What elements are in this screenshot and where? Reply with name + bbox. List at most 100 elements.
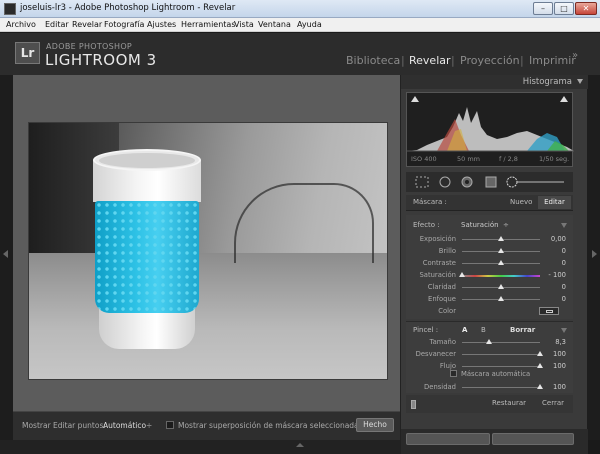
menu-bar: Archivo Editar Revelar Fotografía Ajuste…: [0, 18, 600, 32]
filmstrip-toggle[interactable]: [0, 440, 400, 454]
automask-checkbox[interactable]: [450, 370, 457, 377]
menu-revelar[interactable]: Revelar: [72, 20, 102, 29]
hist-aperture: f / 2,8: [499, 155, 518, 163]
red-eye-icon[interactable]: [460, 176, 474, 188]
effect-contraste-value[interactable]: 0: [538, 259, 566, 267]
effect-claridad-value[interactable]: 0: [538, 283, 566, 291]
effect-contraste-label: Contraste: [422, 259, 456, 267]
brush-b-button[interactable]: B: [481, 326, 486, 334]
shadow-clipping-icon[interactable]: [411, 96, 419, 102]
menu-archivo[interactable]: Archivo: [6, 20, 36, 29]
brush-tamano-track[interactable]: [462, 342, 540, 343]
brush-desvanecer-label: Desvanecer: [415, 350, 456, 358]
arrow-up-icon: [296, 443, 304, 447]
edit-toolbar: Mostrar Editar puntos: Automático ÷ Most…: [13, 411, 400, 440]
menu-ventana[interactable]: Ventana: [258, 20, 291, 29]
adjustment-brush-icon[interactable]: [506, 176, 566, 188]
spot-removal-icon[interactable]: [438, 176, 452, 188]
panel-menu-icon[interactable]: [561, 328, 567, 333]
reset-all-button[interactable]: [492, 433, 574, 445]
left-panel-toggle[interactable]: [0, 75, 13, 440]
effect-exposicion-value[interactable]: 0,00: [538, 235, 566, 243]
select-arrows-icon[interactable]: ÷: [146, 421, 152, 430]
show-points-label: Mostrar Editar puntos:: [22, 421, 106, 430]
module-separator: |: [401, 54, 405, 67]
density-value[interactable]: 100: [538, 383, 566, 391]
effect-brillo-knob[interactable]: [498, 248, 504, 253]
crop-icon[interactable]: [415, 176, 429, 188]
menu-fotografia[interactable]: Fotografía: [104, 20, 144, 29]
brush-desvanecer-value[interactable]: 100: [538, 350, 566, 358]
highlight-clipping-icon[interactable]: [560, 96, 568, 102]
menu-ayuda[interactable]: Ayuda: [297, 20, 322, 29]
done-button[interactable]: Hecho: [356, 418, 394, 432]
menu-vista[interactable]: Vista: [234, 20, 254, 29]
module-header: Lr ADOBE PHOTOSHOP LIGHTROOM 3 Bibliotec…: [0, 33, 600, 75]
mask-label: Máscara :: [413, 198, 447, 206]
image-viewer[interactable]: [13, 75, 400, 411]
module-develop[interactable]: Revelar: [409, 54, 451, 67]
histogram: ISO 400 50 mm f / 2,8 1/50 seg.: [406, 92, 574, 167]
tool-strip: [406, 172, 573, 192]
effect-exposicion-label: Exposición: [419, 235, 456, 243]
effect-exposicion-knob[interactable]: [498, 236, 504, 241]
brand-top: ADOBE PHOTOSHOP: [46, 42, 133, 51]
effect-saturacion-label: Saturación: [419, 271, 456, 279]
mask-new-button[interactable]: Nuevo: [510, 198, 532, 206]
effect-brillo-value[interactable]: 0: [538, 247, 566, 255]
brand-main: LIGHTROOM 3: [45, 51, 157, 69]
lightroom-logo: Lr: [15, 42, 40, 64]
effect-color-swatch[interactable]: [539, 307, 559, 315]
switch-icon[interactable]: [411, 400, 416, 409]
actions-row: Restaurar Cerrar: [406, 395, 573, 413]
brush-tamano-label: Tamaño: [429, 338, 456, 346]
effect-claridad-knob[interactable]: [498, 284, 504, 289]
graduated-filter-icon[interactable]: [484, 176, 498, 188]
effect-saturacion-track[interactable]: [462, 275, 540, 277]
brush-desvanecer-track[interactable]: [462, 354, 540, 355]
menu-ajustes[interactable]: Ajustes: [147, 20, 176, 29]
histogram-title: Histograma: [522, 77, 572, 87]
modules-more-icon[interactable]: »: [572, 50, 578, 61]
mask-row: Máscara : Nuevo Editar: [406, 195, 573, 211]
photo-table: [29, 253, 387, 379]
effect-claridad-label: Claridad: [427, 283, 456, 291]
photo[interactable]: [29, 123, 387, 379]
collapse-arrow-icon[interactable]: [577, 79, 583, 84]
panel-menu-icon[interactable]: [561, 223, 567, 228]
effect-enfoque-knob[interactable]: [498, 296, 504, 301]
photo-cable: [234, 183, 374, 263]
close-button[interactable]: ✕: [575, 2, 597, 15]
right-panel-toggle[interactable]: [587, 75, 600, 440]
brush-tamano-value[interactable]: 8,3: [538, 338, 566, 346]
mask-edit-button[interactable]: Editar: [538, 196, 571, 209]
module-slideshow[interactable]: Proyección: [460, 54, 520, 67]
select-arrows-icon[interactable]: ÷: [503, 221, 509, 229]
brush-tamano-knob[interactable]: [486, 339, 493, 344]
effect-saturacion-knob[interactable]: [459, 272, 465, 277]
window-title: joseluis-lr3 - Adobe Photoshop Lightroom…: [20, 3, 236, 13]
show-points-select[interactable]: Automático: [103, 421, 146, 430]
brush-flujo-value[interactable]: 100: [538, 362, 566, 370]
previous-button[interactable]: [406, 433, 490, 445]
color-picker-icon: [546, 310, 553, 313]
module-print[interactable]: Imprimir: [529, 54, 576, 67]
effect-contraste-knob[interactable]: [498, 260, 504, 265]
effect-enfoque-value[interactable]: 0: [538, 295, 566, 303]
minimize-button[interactable]: –: [533, 2, 553, 15]
menu-editar[interactable]: Editar: [45, 20, 69, 29]
brush-flujo-track[interactable]: [462, 366, 540, 367]
density-track[interactable]: [462, 387, 540, 388]
brush-a-button[interactable]: A: [462, 326, 467, 334]
maximize-button[interactable]: □: [554, 2, 574, 15]
overlay-checkbox[interactable]: [166, 421, 174, 429]
histogram-header[interactable]: Histograma: [401, 75, 588, 89]
overlay-label: Mostrar superposición de máscara selecci…: [178, 421, 359, 430]
effect-saturacion-value[interactable]: - 100: [538, 271, 566, 279]
menu-herramientas[interactable]: Herramientas: [181, 20, 236, 29]
brush-erase-button[interactable]: Borrar: [510, 326, 535, 334]
module-library[interactable]: Biblioteca: [346, 54, 400, 67]
close-panel-button[interactable]: Cerrar: [542, 399, 564, 407]
reset-button[interactable]: Restaurar: [492, 399, 526, 407]
effect-select[interactable]: Saturación: [461, 221, 499, 229]
